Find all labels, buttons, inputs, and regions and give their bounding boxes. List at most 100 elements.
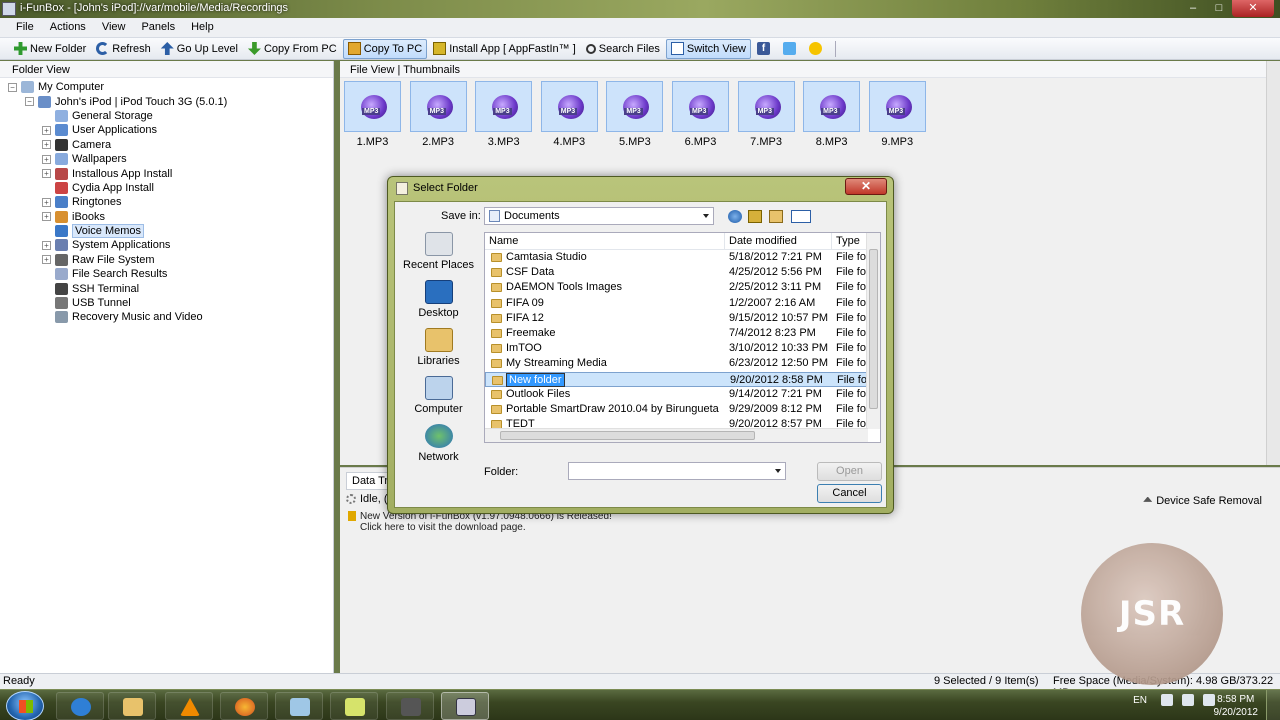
go-up-level-button[interactable]: Go Up Level bbox=[157, 39, 242, 59]
tree-item[interactable]: SSH Terminal bbox=[0, 281, 333, 295]
collapse-icon[interactable]: − bbox=[25, 97, 34, 107]
column-divider[interactable] bbox=[831, 233, 832, 250]
file-view-header[interactable]: File View | Thumbnails bbox=[340, 61, 1280, 78]
place-computer[interactable]: Computer bbox=[401, 376, 476, 415]
expand-icon[interactable]: + bbox=[42, 169, 51, 179]
dialog-close-button[interactable]: ✕ bbox=[845, 178, 887, 195]
place-recent-places[interactable]: Recent Places bbox=[401, 232, 476, 271]
menu-actions[interactable]: Actions bbox=[42, 18, 94, 37]
column-name[interactable]: Name bbox=[489, 235, 518, 247]
taskbar-internet-explorer[interactable] bbox=[56, 692, 104, 720]
show-desktop-button[interactable] bbox=[1266, 690, 1280, 720]
folder-row[interactable]: New folder 9/20/2012 8:58 PM File fol bbox=[485, 371, 869, 387]
file-tile[interactable]: MP3 6.MP3 bbox=[671, 81, 729, 148]
view-menu-icon[interactable] bbox=[791, 210, 811, 223]
tree-item[interactable]: + iBooks bbox=[0, 210, 333, 224]
tree-item[interactable]: + Raw File System bbox=[0, 253, 333, 267]
folder-row[interactable]: DAEMON Tools Images 2/25/2012 3:11 PM File… bbox=[485, 280, 868, 295]
folder-row[interactable]: FIFA 09 1/2/2007 2:16 AM File fol bbox=[485, 296, 868, 311]
expand-icon[interactable]: + bbox=[42, 240, 51, 250]
taskbar-tool[interactable] bbox=[386, 692, 434, 720]
new-folder-button[interactable]: New Folder bbox=[10, 39, 90, 59]
file-tile[interactable]: MP3 8.MP3 bbox=[803, 81, 861, 148]
tree-item[interactable]: + Installous App Install bbox=[0, 166, 333, 180]
taskbar-firefox[interactable] bbox=[220, 692, 268, 720]
tree-item[interactable]: File Search Results bbox=[0, 267, 333, 281]
folder-row[interactable]: Outlook Files 9/14/2012 7:21 PM File fol bbox=[485, 387, 868, 402]
rename-field[interactable]: New folder bbox=[506, 372, 565, 387]
install-app-button[interactable]: Install App [ AppFastIn™ ] bbox=[429, 39, 580, 59]
folder-row[interactable]: Camtasia Studio 5/18/2012 7:21 PM File fol bbox=[485, 250, 868, 265]
taskbar-notes[interactable] bbox=[330, 692, 378, 720]
save-in-dropdown[interactable]: Documents bbox=[484, 207, 714, 225]
switch-view-button[interactable]: Switch View bbox=[665, 38, 752, 59]
new-folder-icon[interactable] bbox=[769, 210, 783, 223]
place-network[interactable]: Network bbox=[401, 424, 476, 463]
device-safe-removal-button[interactable]: Device Safe Removal bbox=[1143, 495, 1262, 507]
copy-from-pc-button[interactable]: Copy From PC bbox=[244, 39, 341, 59]
horizontal-scroll-thumb[interactable] bbox=[500, 431, 755, 440]
column-divider[interactable] bbox=[724, 233, 725, 250]
smiley-button[interactable] bbox=[805, 39, 829, 59]
column-type[interactable]: Type bbox=[836, 235, 860, 247]
menu-view[interactable]: View bbox=[94, 18, 134, 37]
file-tile[interactable]: MP3 9.MP3 bbox=[868, 81, 926, 148]
tree-item[interactable]: + Camera bbox=[0, 138, 333, 152]
folder-row[interactable]: FIFA 12 9/15/2012 10:57 PM File fol bbox=[485, 311, 868, 326]
tree-item[interactable]: + Ringtones bbox=[0, 195, 333, 209]
start-button[interactable] bbox=[6, 691, 44, 720]
tree-item[interactable]: USB Tunnel bbox=[0, 296, 333, 310]
expand-icon[interactable]: + bbox=[42, 197, 51, 207]
clock[interactable]: 8:58 PM 9/20/2012 bbox=[1214, 693, 1259, 719]
close-button[interactable]: ✕ bbox=[1232, 0, 1274, 17]
folder-list-vertical-scrollbar[interactable] bbox=[866, 233, 880, 429]
folder-row[interactable]: Portable SmartDraw 2010.04 by Birungueta… bbox=[485, 402, 868, 417]
folder-row[interactable]: CSF Data 4/25/2012 5:56 PM File fol bbox=[485, 265, 868, 280]
minimize-button[interactable]: – bbox=[1180, 0, 1206, 17]
vertical-scroll-thumb[interactable] bbox=[869, 249, 878, 409]
expand-icon[interactable]: + bbox=[42, 154, 51, 164]
expand-icon[interactable]: + bbox=[42, 212, 51, 222]
tree-item[interactable]: Recovery Music and Video bbox=[0, 310, 333, 324]
cancel-button[interactable]: Cancel bbox=[817, 484, 882, 503]
search-files-button[interactable]: Search Files bbox=[582, 39, 664, 59]
file-tile[interactable]: MP3 4.MP3 bbox=[540, 81, 598, 148]
tree-item[interactable]: − John's iPod | iPod Touch 3G (5.0.1) bbox=[0, 94, 333, 108]
copy-to-pc-button[interactable]: Copy To PC bbox=[342, 38, 428, 59]
expand-icon[interactable]: + bbox=[42, 140, 51, 150]
taskbar-ifunbox[interactable] bbox=[441, 692, 489, 720]
maximize-button[interactable]: □ bbox=[1206, 0, 1232, 17]
folder-row[interactable]: ImTOO 3/10/2012 10:33 PM File fol bbox=[485, 341, 868, 356]
menu-help[interactable]: Help bbox=[183, 18, 222, 37]
twitter-button[interactable] bbox=[779, 39, 803, 59]
file-tile[interactable]: MP3 2.MP3 bbox=[409, 81, 467, 148]
collapse-icon[interactable]: − bbox=[8, 82, 17, 92]
tree-item[interactable]: Cydia App Install bbox=[0, 181, 333, 195]
tree-item[interactable]: − My Computer bbox=[0, 80, 333, 94]
menu-panels[interactable]: Panels bbox=[133, 18, 183, 37]
file-tile[interactable]: MP3 7.MP3 bbox=[737, 81, 795, 148]
tree-item[interactable]: General Storage bbox=[0, 109, 333, 123]
update-notice[interactable]: New Version of i-FunBox (v1.97.0948.0666… bbox=[348, 511, 612, 533]
back-icon[interactable] bbox=[728, 210, 742, 223]
up-folder-icon[interactable] bbox=[748, 210, 762, 223]
file-tile[interactable]: MP3 5.MP3 bbox=[606, 81, 664, 148]
place-libraries[interactable]: Libraries bbox=[401, 328, 476, 367]
language-indicator[interactable]: EN bbox=[1133, 695, 1147, 706]
expand-icon[interactable]: + bbox=[42, 255, 51, 265]
facebook-button[interactable]: f bbox=[753, 39, 777, 59]
network-icon[interactable] bbox=[1182, 694, 1194, 706]
folder-input[interactable] bbox=[568, 462, 786, 480]
file-tile[interactable]: MP3 3.MP3 bbox=[475, 81, 533, 148]
folder-row[interactable]: Freemake 7/4/2012 8:23 PM File fol bbox=[485, 326, 868, 341]
place-desktop[interactable]: Desktop bbox=[401, 280, 476, 319]
folder-list-horizontal-scrollbar[interactable] bbox=[485, 428, 868, 442]
open-button[interactable]: Open bbox=[817, 462, 882, 481]
refresh-button[interactable]: Refresh bbox=[92, 39, 155, 59]
tree-item[interactable]: + Wallpapers bbox=[0, 152, 333, 166]
chevron-down-icon[interactable] bbox=[775, 469, 781, 473]
tree-item[interactable]: + User Applications bbox=[0, 123, 333, 137]
flag-icon[interactable] bbox=[1161, 694, 1173, 706]
taskbar-app[interactable] bbox=[275, 692, 323, 720]
tree-item[interactable]: + System Applications bbox=[0, 238, 333, 252]
